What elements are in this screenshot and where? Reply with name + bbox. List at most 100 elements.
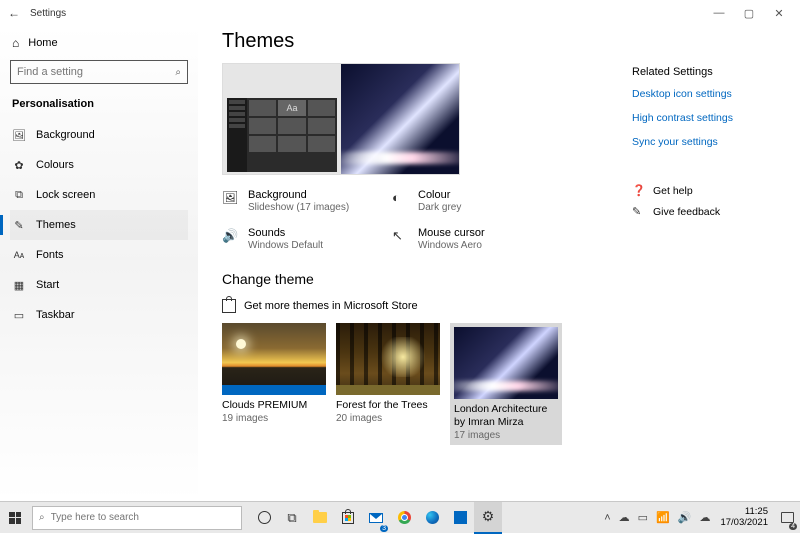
option-colour[interactable]: ◐ Colour Dark grey: [392, 189, 562, 213]
sound-icon: 🔊: [222, 228, 238, 244]
option-value: Dark grey: [418, 202, 461, 213]
find-setting-input[interactable]: [17, 66, 175, 78]
related-link-high-contrast[interactable]: High contrast settings: [632, 112, 782, 124]
sidebar-item-taskbar[interactable]: ▭ Taskbar: [10, 300, 188, 330]
edge-icon: [426, 511, 439, 524]
mail-badge: 3: [380, 525, 388, 532]
sidebar-item-start[interactable]: ▦ Start: [10, 270, 188, 300]
taskbar-icon: ▭: [12, 309, 26, 322]
onedrive-icon[interactable]: ☁: [619, 511, 630, 524]
give-feedback-link[interactable]: ✎ Give feedback: [632, 205, 782, 218]
theme-count: 20 images: [336, 413, 440, 424]
minimize-button[interactable]: —: [704, 7, 734, 19]
sidebar-item-fonts[interactable]: Aᴀ Fonts: [10, 240, 188, 270]
sidebar: ⌂ Home ⌕ Personalisation 🖼 Background ✿ …: [0, 26, 198, 501]
maximize-button[interactable]: ▢: [734, 7, 764, 20]
taskbar-app-explorer[interactable]: [306, 502, 334, 534]
home-icon: ⌂: [12, 36, 19, 50]
option-sounds[interactable]: 🔊 Sounds Windows Default: [222, 227, 392, 251]
taskbar-clock[interactable]: 11:25 17/03/2021: [714, 507, 774, 528]
find-setting-search[interactable]: ⌕: [10, 60, 188, 84]
cortana-button[interactable]: [250, 502, 278, 534]
taskbar-app-store[interactable]: [334, 502, 362, 534]
lock-screen-icon: ⧉: [12, 189, 26, 202]
option-background[interactable]: 🖼 Background Slideshow (17 images): [222, 189, 392, 213]
picture-icon: 🖼: [12, 129, 26, 142]
clock-date: 17/03/2021: [720, 518, 768, 528]
palette-icon: ✿: [12, 159, 26, 172]
picture-icon: 🖼: [222, 190, 238, 206]
option-value: Windows Default: [248, 240, 323, 251]
theme-card-forest[interactable]: Forest for the Trees 20 images: [336, 323, 440, 445]
option-label: Background: [248, 189, 349, 201]
back-button[interactable]: ←: [6, 6, 22, 20]
chrome-icon: [398, 511, 411, 524]
window-titlebar: ← Settings — ▢ ✕: [0, 0, 800, 26]
theme-count: 19 images: [222, 413, 326, 424]
taskbar-search[interactable]: ⌕: [32, 506, 242, 530]
window-title: Settings: [30, 8, 66, 19]
clock-time: 11:25: [745, 507, 768, 517]
search-icon: ⌕: [175, 67, 181, 78]
system-tray[interactable]: ˄ ☁ ▭ 📶 🔊 ☁: [600, 511, 714, 524]
get-help-label: Get help: [653, 185, 693, 197]
related-panel: Related Settings Desktop icon settings H…: [632, 30, 782, 501]
theme-thumbnail: [336, 323, 440, 395]
volume-icon[interactable]: 🔊: [678, 511, 692, 524]
sidebar-home[interactable]: ⌂ Home: [10, 32, 188, 60]
start-button[interactable]: [0, 502, 30, 534]
give-feedback-label: Give feedback: [653, 206, 720, 218]
theme-count: 17 images: [454, 430, 558, 441]
taskbar-search-input[interactable]: [51, 512, 235, 523]
option-label: Sounds: [248, 227, 323, 239]
sidebar-item-label: Fonts: [36, 249, 64, 261]
sidebar-item-themes[interactable]: ✎ Themes: [10, 210, 188, 240]
windows-logo-icon: [9, 512, 21, 524]
content-main: Themes Aa 🖼 Background Slideshow (17 ima…: [222, 30, 632, 501]
option-value: Windows Aero: [418, 240, 485, 251]
sidebar-item-background[interactable]: 🖼 Background: [10, 120, 188, 150]
theme-card-london[interactable]: London Architecture by Imran Mirza 17 im…: [450, 323, 562, 445]
taskbar-app-mail[interactable]: 3: [362, 502, 390, 534]
get-help-link[interactable]: ❓ Get help: [632, 184, 782, 197]
sidebar-item-lockscreen[interactable]: ⧉ Lock screen: [10, 180, 188, 210]
fonts-icon: Aᴀ: [12, 250, 26, 260]
taskbar-app-settings[interactable]: ⚙: [474, 502, 502, 534]
mail-icon: [369, 513, 383, 523]
option-label: Mouse cursor: [418, 227, 485, 239]
gear-icon: ⚙: [482, 508, 495, 525]
sidebar-item-label: Themes: [36, 219, 76, 231]
close-button[interactable]: ✕: [764, 7, 794, 20]
option-label: Colour: [418, 189, 461, 201]
app-icon: [454, 511, 467, 524]
network-icon[interactable]: 📶: [656, 511, 670, 524]
related-link-desktop-icons[interactable]: Desktop icon settings: [632, 88, 782, 100]
page-title: Themes: [222, 30, 632, 53]
theme-thumbnail: [454, 327, 558, 399]
tray-overflow-icon[interactable]: ˄: [604, 512, 610, 524]
sidebar-item-colours[interactable]: ✿ Colours: [10, 150, 188, 180]
taskbar-app-generic[interactable]: [446, 502, 474, 534]
search-icon: ⌕: [39, 512, 45, 523]
meet-now-icon[interactable]: ▭: [638, 511, 648, 524]
store-icon: [342, 512, 354, 524]
change-theme-heading: Change theme: [222, 271, 632, 287]
option-cursor[interactable]: ↖ Mouse cursor Windows Aero: [392, 227, 562, 251]
related-link-sync[interactable]: Sync your settings: [632, 136, 782, 148]
theme-card-clouds[interactable]: Clouds PREMIUM 19 images: [222, 323, 326, 445]
store-icon: [222, 299, 236, 313]
sidebar-item-label: Colours: [36, 159, 74, 171]
taskbar-app-edge[interactable]: [418, 502, 446, 534]
theme-name: Forest for the Trees: [336, 399, 440, 412]
store-link[interactable]: Get more themes in Microsoft Store: [222, 299, 632, 313]
taskbar: ⌕ ⧉ 3 ⚙ ˄ ☁ ▭ 📶 🔊 ☁ 11:25 17/03/2021 4: [0, 501, 800, 533]
action-center-button[interactable]: 4: [774, 502, 800, 534]
task-view-button[interactable]: ⧉: [278, 502, 306, 534]
theme-name: Clouds PREMIUM: [222, 399, 326, 412]
cortana-icon: [258, 511, 271, 524]
weather-icon[interactable]: ☁: [699, 511, 710, 524]
taskbar-app-chrome[interactable]: [390, 502, 418, 534]
sidebar-section-label: Personalisation: [12, 98, 188, 110]
theme-thumbnail: [222, 323, 326, 395]
sidebar-item-label: Lock screen: [36, 189, 95, 201]
